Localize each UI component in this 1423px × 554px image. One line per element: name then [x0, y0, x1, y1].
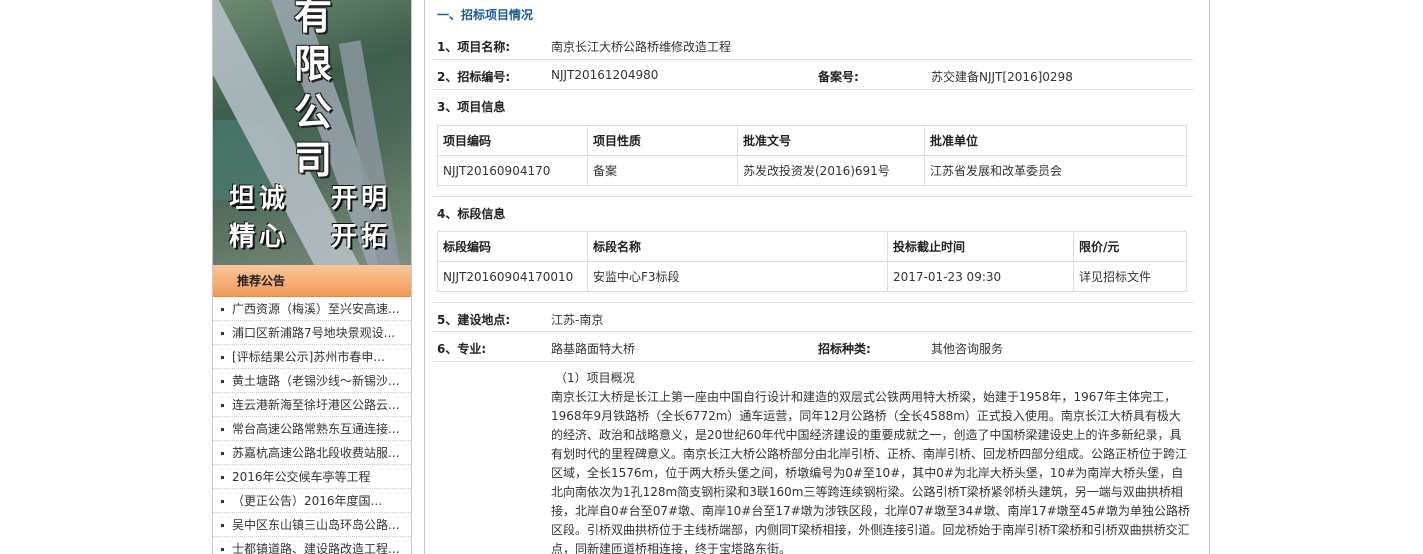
table-cell: 2017-01-23 09:30: [887, 261, 1074, 292]
recommend-item-label: 士都镇道路、建设路改造工程...: [232, 542, 400, 554]
main-content: 一、招标项目情况 1、项目名称: 南京长江大桥公路桥维修改造工程 2、招标编号:…: [424, 0, 1210, 554]
banner-company-title: 有 限 公 司: [291, 0, 335, 184]
major-label: 6、专业:: [437, 342, 487, 356]
banner-slogan: 精心: [229, 222, 290, 252]
page: 有 限 公 司 坦诚 开明 精心 开拓 推荐公告 广西资源（梅溪）至兴安高速..…: [0, 0, 1423, 554]
record-number-value: 苏交建备NJJT[2016]0298: [931, 70, 1073, 84]
recommend-item[interactable]: 连云港新海至徐圩港区公路云...: [213, 393, 411, 417]
recommend-item[interactable]: 士都镇道路、建设路改造工程...: [213, 537, 411, 554]
banner-title-char: 限: [293, 41, 332, 86]
recommend-list: 广西资源（梅溪）至兴安高速... 浦口区新浦路7号地块景观设... [评标结果公…: [213, 297, 411, 554]
recommend-item-label: 黄土塘路（老锡沙线～新锡沙...: [232, 374, 400, 388]
table-cell: NJJT20160904170: [437, 155, 588, 186]
table-header: 标段名称: [587, 231, 888, 262]
recommend-item-label: [评标结果公示]苏州市春申...: [232, 350, 385, 364]
bullet-icon: [221, 524, 224, 527]
recommend-item[interactable]: 广西资源（梅溪）至兴安高速...: [213, 297, 411, 321]
recommend-header-title: 推荐公告: [237, 274, 286, 288]
bullet-icon: [221, 332, 224, 335]
bullet-icon: [221, 452, 224, 455]
recommend-item[interactable]: 黄土塘路（老锡沙线～新锡沙...: [213, 369, 411, 393]
recommend-item-label: 广西资源（梅溪）至兴安高速...: [232, 302, 400, 316]
table-header: 批准单位: [924, 125, 1187, 156]
recommend-item-label: 连云港新海至徐圩港区公路云...: [232, 398, 400, 412]
record-number-label: 备案号:: [818, 70, 859, 84]
section-info-table: 标段编码 标段名称 投标截止时间 限价/元 NJJT20160904170010…: [437, 231, 1187, 292]
row-project-name: 1、项目名称: 南京长江大桥公路桥维修改造工程: [433, 30, 1193, 60]
recommend-item-label: 2016年公交候车亭等工程: [232, 470, 371, 484]
table-cell: 江苏省发展和改革委员会: [924, 155, 1187, 186]
table-header: 批准文号: [737, 125, 925, 156]
tender-type-value: 其他咨询服务: [931, 342, 1004, 356]
recommend-item[interactable]: [评标结果公示]苏州市春申...: [213, 345, 411, 369]
table-row: NJJT20160904170010 安监中心F3标段 2017-01-23 0…: [437, 261, 1187, 292]
banner-slogan: 开明: [331, 184, 392, 214]
table-row: NJJT20160904170 备案 苏发改投资发(2016)691号 江苏省发…: [437, 155, 1187, 186]
table-cell: 详见招标文件: [1073, 261, 1187, 292]
recommend-item[interactable]: 吴中区东山镇三山岛环岛公路...: [213, 513, 411, 537]
table-header: 限价/元: [1073, 231, 1187, 262]
row-major: 6、专业: 路基路面特大桥 招标种类: 其他咨询服务: [433, 332, 1193, 362]
row-bid-number: 2、招标编号: NJJT20161204980 备案号: 苏交建备NJJT[20…: [433, 60, 1193, 90]
table-header: 标段编码: [437, 231, 588, 262]
overview-text: 南京长江大桥是长江上第一座由中国自行设计和建造的双层式公铁两用特大桥梁，始建于1…: [551, 390, 1190, 554]
banner-slogan: 坦诚: [229, 184, 290, 214]
bid-number-label: 2、招标编号:: [437, 70, 511, 84]
row-section-info-heading: 4、标段信息: [433, 196, 1193, 224]
banner-title-char: 公: [293, 89, 332, 134]
row-project-info-heading: 3、项目信息: [433, 90, 1193, 118]
table-header: 项目性质: [587, 125, 738, 156]
table-header-row: 标段编码 标段名称 投标截止时间 限价/元: [437, 231, 1187, 262]
recommend-item-label: 常台高速公路常熟东互通连接...: [232, 422, 400, 436]
table-cell: 苏发改投资发(2016)691号: [737, 155, 925, 186]
bullet-icon: [221, 308, 224, 311]
company-banner-image: 有 限 公 司 坦诚 开明 精心 开拓: [213, 0, 411, 265]
major-value: 路基路面特大桥: [551, 342, 636, 356]
bullet-icon: [221, 356, 224, 359]
section-title: 一、招标项目情况: [437, 8, 534, 22]
banner-slogan: 开拓: [331, 222, 392, 252]
section-info-label: 4、标段信息: [437, 207, 506, 221]
table-cell: 备案: [587, 155, 738, 186]
banner-title-char: 司: [293, 137, 332, 182]
project-overview: （1）项目概况 南京长江大桥是长江上第一座由中国自行设计和建造的双层式公铁两用特…: [551, 369, 1191, 554]
bid-number-value: NJJT20161204980: [551, 68, 659, 82]
bullet-icon: [221, 548, 224, 551]
recommend-item-label: 浦口区新浦路7号地块景观设...: [232, 326, 396, 340]
table-header-row: 项目编码 项目性质 批准文号 批准单位: [437, 125, 1187, 156]
overview-heading: （1）项目概况: [555, 371, 635, 385]
recommend-item[interactable]: 常台高速公路常熟东互通连接...: [213, 417, 411, 441]
location-value: 江苏-南京: [551, 313, 604, 327]
sidebar: 有 限 公 司 坦诚 开明 精心 开拓 推荐公告 广西资源（梅溪）至兴安高速..…: [212, 0, 412, 554]
table-header: 项目编码: [437, 125, 588, 156]
project-name-value: 南京长江大桥公路桥维修改造工程: [551, 40, 732, 54]
table-cell: NJJT20160904170010: [437, 261, 588, 292]
recommend-item[interactable]: （更正公告）2016年度国...: [213, 489, 411, 513]
recommend-item-label: 吴中区东山镇三山岛环岛公路...: [232, 518, 400, 532]
bullet-icon: [221, 476, 224, 479]
recommend-header: 推荐公告: [213, 265, 411, 297]
project-name-label: 1、项目名称:: [437, 40, 511, 54]
recommend-item-label: 苏嘉杭高速公路北段收费站服...: [232, 446, 400, 460]
recommend-item[interactable]: 苏嘉杭高速公路北段收费站服...: [213, 441, 411, 465]
banner-title-char: 有: [293, 0, 332, 38]
bullet-icon: [221, 500, 224, 503]
row-location: 5、建设地点: 江苏-南京: [433, 302, 1193, 332]
bullet-icon: [221, 404, 224, 407]
bullet-icon: [221, 380, 224, 383]
project-info-table: 项目编码 项目性质 批准文号 批准单位 NJJT20160904170 备案 苏…: [437, 125, 1187, 186]
project-info-label: 3、项目信息: [437, 100, 506, 114]
tender-type-label: 招标种类:: [818, 342, 871, 356]
table-cell: 安监中心F3标段: [587, 261, 888, 292]
recommend-item-label: （更正公告）2016年度国...: [232, 494, 382, 508]
recommend-item[interactable]: 2016年公交候车亭等工程: [213, 465, 411, 489]
table-header: 投标截止时间: [887, 231, 1074, 262]
bullet-icon: [221, 428, 224, 431]
recommend-item[interactable]: 浦口区新浦路7号地块景观设...: [213, 321, 411, 345]
location-label: 5、建设地点:: [437, 313, 511, 327]
